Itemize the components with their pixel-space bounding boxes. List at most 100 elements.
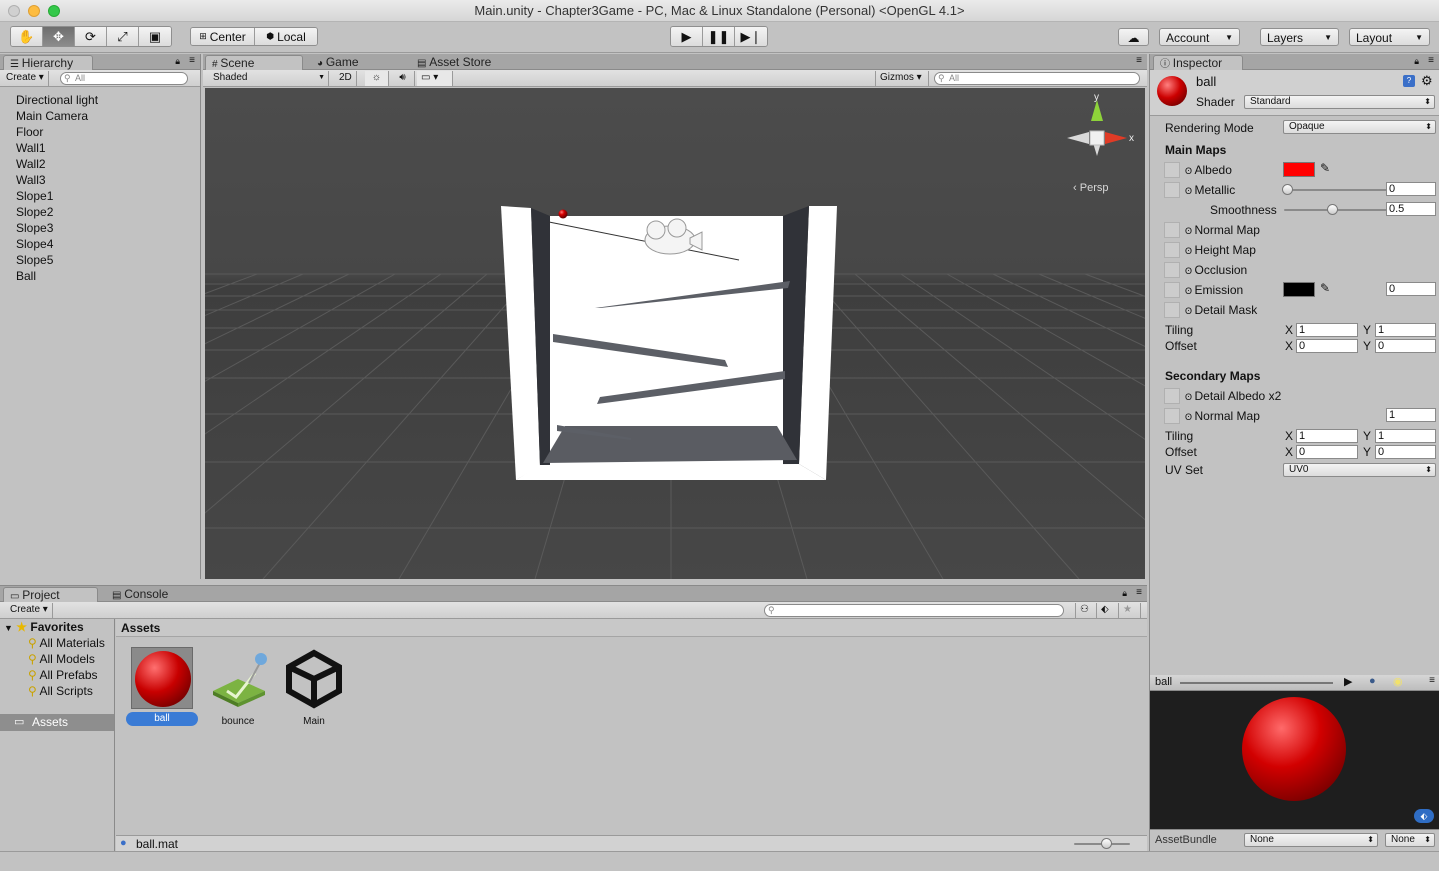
zoom-window-button[interactable]: [48, 5, 60, 17]
favorite-star-icon[interactable]: ★: [1119, 603, 1141, 618]
move-icon[interactable]: ✥: [43, 27, 75, 46]
project-search-input[interactable]: ⚲: [764, 604, 1064, 617]
emission-color-swatch[interactable]: [1283, 282, 1315, 297]
scale-icon[interactable]: ⤢: [107, 27, 139, 46]
panel-menu-icon[interactable]: ≡: [1136, 587, 1142, 598]
albedo-texture-slot[interactable]: [1164, 162, 1180, 178]
audio-toggle-icon[interactable]: 🔊︎: [391, 71, 415, 86]
metallic-label[interactable]: ʘ Metallic: [1185, 182, 1235, 198]
cloud-icon[interactable]: ☁: [1118, 28, 1149, 46]
hierarchy-item[interactable]: Main Camera: [16, 108, 88, 124]
assets-breadcrumb-label[interactable]: Assets: [121, 621, 160, 635]
secondary-normal-map-slot[interactable]: [1164, 408, 1180, 424]
gizmos-dropdown[interactable]: Gizmos ▾: [875, 71, 929, 86]
hierarchy-item[interactable]: Wall3: [16, 172, 46, 188]
detail-albedo-slot[interactable]: [1164, 388, 1180, 404]
favorites-node[interactable]: ▼ ★ Favorites: [4, 619, 84, 635]
layers-dropdown[interactable]: Layers ▼: [1260, 28, 1339, 46]
height-map-label[interactable]: ʘ Height Map: [1185, 242, 1256, 258]
filter-by-label-icon[interactable]: ⬖: [1097, 603, 1119, 618]
favorite-item[interactable]: ⚲ All Scripts: [28, 683, 93, 699]
account-dropdown[interactable]: Account ▼: [1159, 28, 1240, 46]
secondary-normal-map-label[interactable]: ʘ Normal Map: [1185, 408, 1260, 424]
eyedropper-icon[interactable]: ✎: [1320, 281, 1330, 295]
tab-inspector[interactable]: ⓘ Inspector: [1153, 55, 1243, 70]
hierarchy-create-button[interactable]: Create ▾: [2, 71, 49, 86]
normal-map-label[interactable]: ʘ Normal Map: [1185, 222, 1260, 238]
hierarchy-item[interactable]: Slope2: [16, 204, 53, 220]
hand-icon[interactable]: ✋: [11, 27, 43, 46]
metallic-slider-thumb[interactable]: [1282, 184, 1293, 195]
hierarchy-search-input[interactable]: ⚲ All: [60, 72, 188, 85]
play-icon[interactable]: ▶: [1344, 675, 1352, 688]
help-icon[interactable]: ?: [1403, 75, 1415, 87]
rect-icon[interactable]: ▣: [139, 27, 171, 46]
pause-icon[interactable]: ❚❚: [703, 27, 735, 46]
icon-size-slider-thumb[interactable]: [1101, 838, 1112, 849]
assetbundle-dropdown[interactable]: None: [1244, 833, 1378, 847]
offset2-y-field[interactable]: 0: [1375, 445, 1436, 459]
tag-icon[interactable]: ⬖: [1414, 809, 1434, 823]
tiling-y-field[interactable]: 1: [1375, 323, 1436, 337]
hierarchy-item[interactable]: Directional light: [16, 92, 98, 108]
lock-icon[interactable]: 🔒︎: [175, 56, 180, 67]
emission-value-field[interactable]: 0: [1386, 282, 1436, 296]
minimize-window-button[interactable]: [28, 5, 40, 17]
panel-menu-icon[interactable]: ≡: [1136, 55, 1142, 66]
panel-menu-icon[interactable]: ≡: [189, 55, 195, 66]
pivot-center-button[interactable]: ⊞ Center: [191, 28, 255, 45]
offset-y-field[interactable]: 0: [1375, 339, 1436, 353]
favorite-item[interactable]: ⚲ All Materials: [28, 635, 105, 651]
offset2-x-field[interactable]: 0: [1296, 445, 1358, 459]
uv-set-dropdown[interactable]: UV0: [1283, 463, 1436, 477]
hierarchy-item[interactable]: Slope5: [16, 252, 53, 268]
albedo-label[interactable]: ʘ Albedo: [1185, 162, 1232, 178]
tiling-x-field[interactable]: 1: [1296, 323, 1358, 337]
emission-label[interactable]: ʘ Emission: [1185, 282, 1243, 298]
normal-map-slot[interactable]: [1164, 222, 1180, 238]
hierarchy-item[interactable]: Slope1: [16, 188, 53, 204]
hierarchy-item[interactable]: Ball: [16, 268, 36, 284]
effects-toggle-icon[interactable]: ▭ ▾: [417, 71, 453, 86]
sphere-preview-icon[interactable]: ●: [1369, 675, 1376, 687]
tab-game[interactable]: ◕ Game: [311, 55, 391, 70]
hierarchy-item[interactable]: Floor: [16, 124, 43, 140]
tiling2-y-field[interactable]: 1: [1375, 429, 1436, 443]
secondary-normal-value-field[interactable]: 1: [1386, 408, 1436, 422]
scene-viewport[interactable]: y x ‹ Persp: [205, 88, 1145, 579]
asset-bounce[interactable]: bounce: [202, 647, 274, 729]
step-icon[interactable]: ▶❘: [735, 27, 767, 46]
offset-x-field[interactable]: 0: [1296, 339, 1358, 353]
occlusion-label[interactable]: ʘ Occlusion: [1185, 262, 1247, 278]
2d-toggle[interactable]: 2D: [335, 71, 357, 86]
smoothness-slider-thumb[interactable]: [1327, 204, 1338, 215]
gear-icon[interactable]: ⚙: [1421, 73, 1433, 89]
rotate-icon[interactable]: ⟳: [75, 27, 107, 46]
occlusion-slot[interactable]: [1164, 262, 1180, 278]
lock-icon[interactable]: 🔒︎: [1122, 588, 1127, 599]
rendering-mode-dropdown[interactable]: Opaque: [1283, 120, 1436, 134]
tab-hierarchy[interactable]: ☰ Hierarchy: [3, 55, 93, 70]
favorite-item[interactable]: ⚲ All Prefabs: [28, 667, 98, 683]
favorite-item[interactable]: ⚲ All Models: [28, 651, 95, 667]
detail-mask-label[interactable]: ʘ Detail Mask: [1185, 302, 1257, 318]
light-toggle-icon[interactable]: ◉: [1393, 675, 1403, 688]
smoothness-value-field[interactable]: 0.5: [1386, 202, 1436, 216]
hierarchy-item[interactable]: Slope3: [16, 220, 53, 236]
shading-mode-dropdown[interactable]: Shaded ▼: [209, 71, 329, 86]
asset-main[interactable]: Main: [278, 647, 350, 729]
tab-project[interactable]: ▭ Project: [3, 587, 98, 602]
project-create-button[interactable]: Create ▾: [6, 603, 53, 618]
pivot-local-button[interactable]: ⬢ Local: [255, 28, 317, 45]
tab-scene[interactable]: # Scene: [205, 55, 303, 70]
detail-albedo-label[interactable]: ʘ Detail Albedo x2: [1185, 388, 1281, 404]
preview-drag-handle[interactable]: [1180, 682, 1333, 684]
assetbundle-variant-dropdown[interactable]: None: [1385, 833, 1435, 847]
detail-mask-slot[interactable]: [1164, 302, 1180, 318]
scene-search-input[interactable]: ⚲ All: [934, 72, 1140, 85]
hierarchy-item[interactable]: Wall1: [16, 140, 46, 156]
emission-slot[interactable]: [1164, 282, 1180, 298]
assets-folder-node[interactable]: ▭ Assets: [0, 714, 114, 731]
metallic-value-field[interactable]: 0: [1386, 182, 1436, 196]
layout-dropdown[interactable]: Layout ▼: [1349, 28, 1430, 46]
